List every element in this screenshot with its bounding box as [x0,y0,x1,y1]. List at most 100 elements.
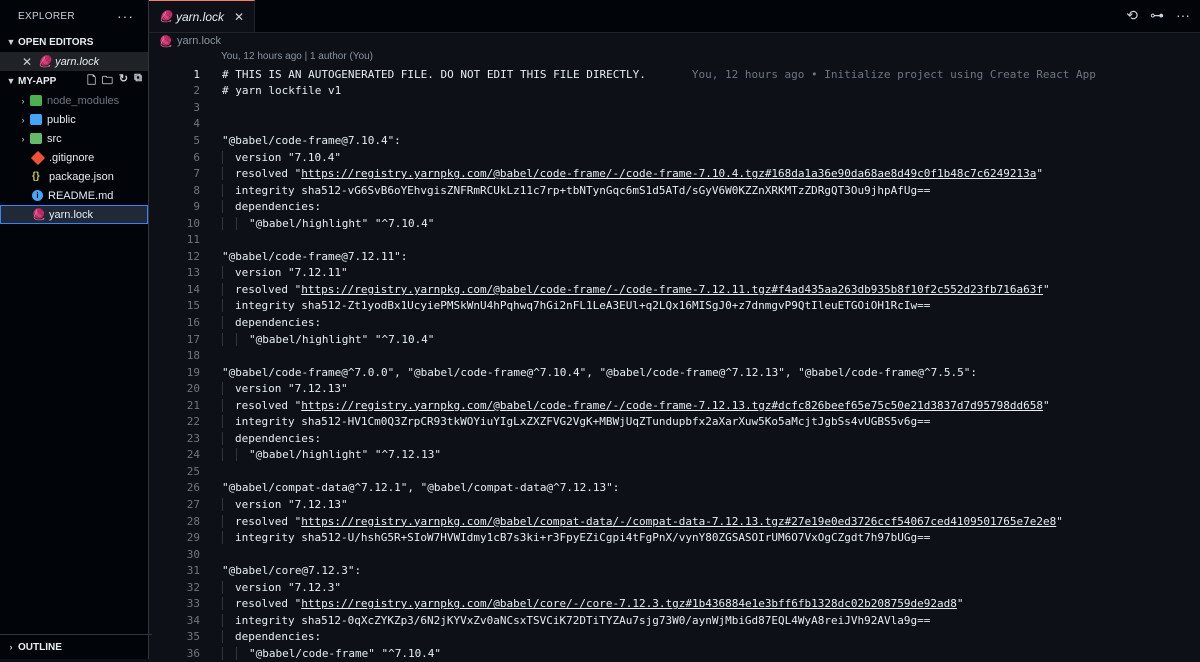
timeline-icon[interactable]: ⟲ [1126,7,1138,24]
git-commit-icon[interactable]: ⊶ [1150,7,1164,24]
breadcrumb[interactable]: 🧶 yarn.lock [149,32,221,50]
code-text: version "7.12.13" [222,497,348,511]
line-number: 11 [186,233,200,247]
line-number: 12 [186,249,200,263]
close-icon[interactable]: ✕ [234,10,244,24]
more-actions-icon[interactable]: ··· [1176,7,1190,24]
line-number: 32 [186,580,200,594]
open-editor-item[interactable]: ✕ 🧶 yarn.lock [0,52,148,71]
line-number: 25 [186,464,200,478]
close-icon[interactable]: ✕ [22,55,32,69]
code-text: version "7.12.13" [222,382,348,396]
tree-item-public[interactable]: › public [0,110,148,129]
code-text: dependencies: [222,315,322,329]
tree-item-label: .gitignore [49,151,95,164]
tab-yarn-lock[interactable]: 🧶 yarn.lock ✕ [149,0,255,32]
resolved-url-link[interactable]: https://registry.yarnpkg.com/@babel/core… [301,597,957,610]
code-line: 23 dependencies: [149,430,1200,447]
project-section[interactable]: ▼ MY-APP 🗋 🗀 ↻ ⧉ [0,71,148,91]
chevron-right-icon: › [9,642,13,652]
code-line: 20 version "7.12.13" [149,380,1200,397]
code-line: 28 resolved "https://registry.yarnpkg.com… [149,513,1200,530]
code-line: 30 [149,546,1200,563]
line-number: 26 [186,481,200,495]
folder-icon [30,133,42,144]
code-text: version "7.12.3" [222,580,341,594]
new-file-icon[interactable]: 🗋 [87,72,96,91]
outline-section[interactable]: › OUTLINE [0,634,152,659]
open-editors-section[interactable]: ▼ OPEN EDITORS [0,32,148,52]
resolved-url-link[interactable]: https://registry.yarnpkg.com/@babel/comp… [301,515,1056,528]
tab-bar: 🧶 yarn.lock ✕ ⟲ ⊶ ··· [149,0,1200,33]
code-line: 21 resolved "https://registry.yarnpkg.com… [149,397,1200,414]
json-icon: {} [32,171,40,182]
code-text: "@babel/compat-data@^7.12.1", "@babel/co… [222,481,620,495]
tree-item-label: README.md [48,189,114,202]
codelens-blame[interactable]: You, 12 hours ago | 1 author (You) [221,51,373,62]
line-number: 34 [186,613,200,627]
code-line: 32 version "7.12.3" [149,579,1200,596]
new-folder-icon[interactable]: 🗀 [102,72,113,91]
yarn-icon: 🧶 [159,11,173,23]
line-number: 5 [193,133,200,147]
line-number: 28 [186,514,200,528]
tree-item-yarn-lock[interactable]: 🧶 yarn.lock [0,205,148,224]
resolved-url-link[interactable]: https://registry.yarnpkg.com/@babel/code… [301,399,1043,412]
code-line: 22 integrity sha512-HV1Cm0Q3ZrpCR93tkWOYi… [149,413,1200,430]
line-number: 3 [193,100,200,114]
line-number: 18 [186,349,200,363]
line-number: 10 [186,216,200,230]
code-text: "@babel/code-frame@7.12.11": [222,249,408,263]
line-number: 15 [186,299,200,313]
tab-label: yarn.lock [176,9,225,24]
chevron-down-icon: ▼ [6,37,16,47]
code-text: # THIS IS AN AUTOGENERATED FILE. DO NOT … [222,67,1096,81]
explorer-header: EXPLORER ··· [0,0,148,32]
code-line: 1 # THIS IS AN AUTOGENERATED FILE. DO NOT… [149,66,1200,83]
tree-item-gitignore[interactable]: .gitignore [0,148,148,167]
line-number: 7 [193,167,200,181]
refresh-icon[interactable]: ↻ [119,72,128,91]
code-line: 25 [149,463,1200,480]
code-text: "@babel/core@7.12.3": [222,564,362,578]
tree-item-package-json[interactable]: {} package.json [0,167,148,186]
code-text: resolved "https://registry.yarnpkg.com/@… [222,597,964,611]
code-text: integrity sha512-U/hshG5R+SIoW7HVWIdmy1c… [222,531,931,545]
editor-actions: ⟲ ⊶ ··· [1126,7,1190,24]
code-line: 18 [149,347,1200,364]
code-line: 35 dependencies: [149,629,1200,646]
code-line: 33 resolved "https://registry.yarnpkg.com… [149,596,1200,613]
code-line: 24 "@babel/highlight" "^7.12.13" [149,447,1200,464]
folder-icon [30,114,42,125]
code-line: 31 "@babel/core@7.12.3": [149,562,1200,579]
code-text: dependencies: [222,431,322,445]
tree-item-label: public [47,113,76,126]
code-line: 9 dependencies: [149,198,1200,215]
code-text: dependencies: [222,630,322,644]
tree-item-node-modules[interactable]: › node_modules [0,91,148,110]
project-label: MY-APP [18,75,57,87]
code-line: 17 "@babel/highlight" "^7.10.4" [149,331,1200,348]
line-number: 8 [193,183,200,197]
code-line: 27 version "7.12.13" [149,496,1200,513]
code-editor[interactable]: 1 # THIS IS AN AUTOGENERATED FILE. DO NOT… [149,66,1200,660]
chevron-right-icon: › [21,114,25,125]
line-number: 23 [186,431,200,445]
line-number: 33 [186,597,200,611]
tree-item-readme[interactable]: i README.md [0,186,148,205]
code-text: version "7.10.4" [222,150,341,164]
yarn-icon: 🧶 [32,209,46,221]
collapse-all-icon[interactable]: ⧉ [134,72,142,91]
code-line: 16 dependencies: [149,314,1200,331]
code-text: "@babel/code-frame@^7.0.0", "@babel/code… [222,365,977,379]
line-number: 30 [186,547,200,561]
resolved-url-link[interactable]: https://registry.yarnpkg.com/@babel/code… [301,167,1036,180]
more-actions-icon[interactable]: ··· [117,8,134,24]
resolved-url-link[interactable]: https://registry.yarnpkg.com/@babel/code… [301,283,1043,296]
line-number: 6 [193,150,200,164]
code-text: "@babel/code-frame@7.10.4": [222,133,401,147]
code-text: "@babel/code-frame" "^7.10.4" [222,646,442,660]
tree-item-src[interactable]: › src [0,129,148,148]
code-line: 14 resolved "https://registry.yarnpkg.com… [149,281,1200,298]
code-text: integrity sha512-0qXcZYKZp3/6N2jKYVxZv0a… [222,613,931,627]
